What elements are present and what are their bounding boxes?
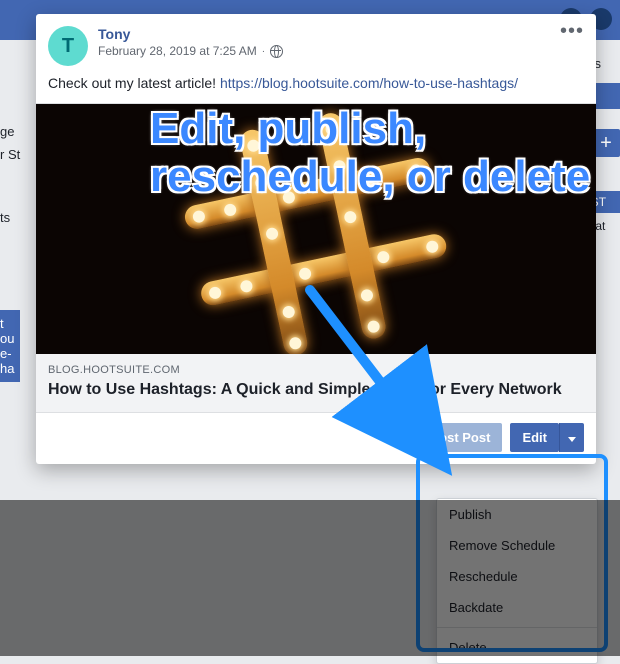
link-preview-card[interactable]: BLOG.HOOTSUITE.COM How to Use Hashtags: … [36, 103, 596, 413]
post-body: Check out my latest article! https://blo… [36, 74, 596, 103]
meta-separator: · [262, 46, 265, 57]
post-text: Check out my latest article! [48, 75, 220, 91]
left-frag-5: e-ha [0, 346, 20, 376]
link-title: How to Use Hashtags: A Quick and Simple … [48, 380, 584, 400]
link-domain: BLOG.HOOTSUITE.COM [48, 364, 584, 376]
timestamp[interactable]: February 28, 2019 at 7:25 AM [98, 44, 257, 58]
link-preview-image [36, 104, 596, 354]
author-name[interactable]: Tony [98, 26, 560, 42]
boost-post-button[interactable]: Boost Post [410, 423, 503, 452]
hashtag-light-graphic [170, 104, 462, 354]
left-frag-3: ts [0, 206, 20, 229]
post-options-icon[interactable]: ••• [560, 26, 584, 36]
post-link[interactable]: https://blog.hootsuite.com/how-to-use-ha… [220, 75, 518, 91]
left-frag-1: ge [0, 120, 20, 143]
left-frag-4: t ou [0, 316, 20, 346]
avatar[interactable]: T [48, 26, 88, 66]
add-button[interactable]: + [592, 129, 620, 157]
edit-button[interactable]: Edit [510, 423, 559, 452]
edit-dropdown-toggle[interactable] [559, 423, 584, 452]
left-blue-box: t ou e-ha [0, 310, 20, 382]
caret-down-icon [568, 437, 576, 442]
privacy-public-icon[interactable] [270, 45, 283, 58]
background-dimmer [0, 500, 620, 656]
post-modal: T Tony February 28, 2019 at 7:25 AM · ••… [36, 14, 596, 464]
post-meta: February 28, 2019 at 7:25 AM · [98, 44, 560, 58]
left-frag-2: r St [0, 143, 20, 166]
